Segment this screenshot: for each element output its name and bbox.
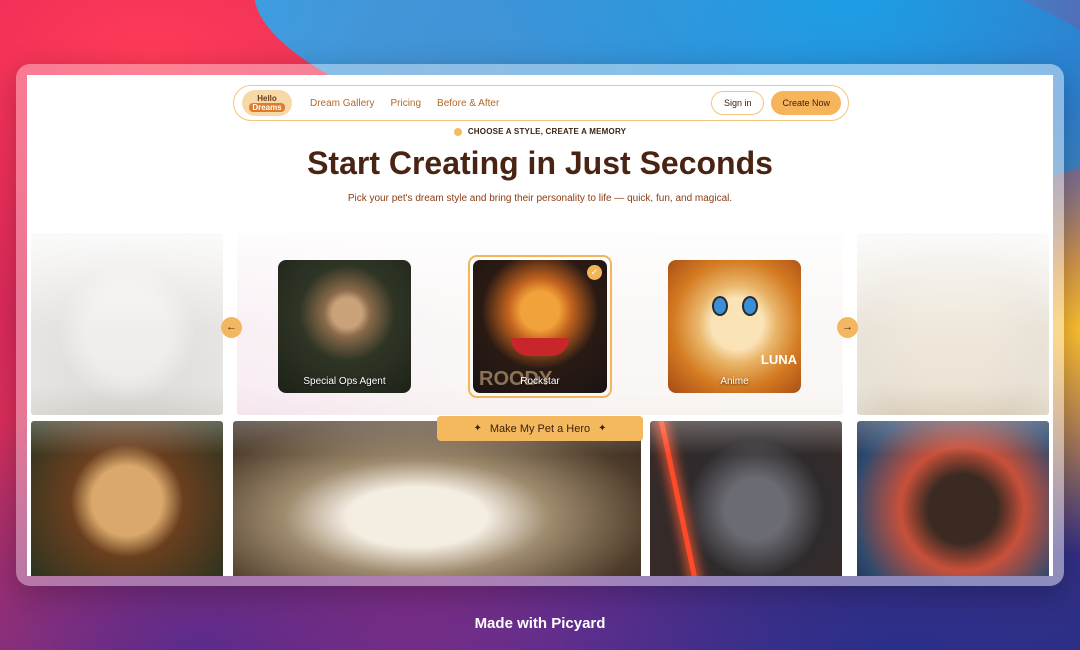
eyebrow-dot-icon [453, 127, 462, 136]
style-card-anime[interactable]: LUNA Anime [668, 260, 801, 393]
create-now-button[interactable]: Create Now [771, 91, 841, 115]
style-card-label: Anime [720, 376, 749, 387]
logo-line-2: Dreams [249, 103, 285, 112]
make-hero-label: Make My Pet a Hero [489, 422, 591, 435]
carousel-prev-button[interactable]: ← [221, 317, 242, 338]
nav-link-pricing[interactable]: Pricing [390, 98, 421, 109]
sign-in-button[interactable]: Sign in [710, 91, 765, 115]
eyebrow-text: CHOOSE A STYLE, CREATE A MEMORY [467, 127, 627, 136]
arrow-left-icon: ← [226, 321, 237, 333]
nav-link-dream-gallery[interactable]: Dream Gallery [310, 98, 374, 109]
nav-links: Dream Gallery Pricing Before & After [310, 98, 499, 109]
selected-check-icon: ✓ [587, 265, 602, 280]
browser-viewport: Hello Dreams Dream Gallery Pricing Befor… [27, 75, 1053, 576]
make-hero-button[interactable]: ✦ Make My Pet a Hero ✦ [437, 416, 643, 441]
page-subtitle: Pick your pet's dream style and bring th… [347, 193, 733, 204]
sparkle-icon: ✦ [598, 423, 607, 434]
arrow-right-icon: → [842, 321, 853, 333]
style-card-rockstar-image: ROODY ✓ Rockstar [473, 260, 607, 393]
style-card-special-ops[interactable]: Special Ops Agent [278, 260, 411, 393]
style-card-label: Rockstar [520, 376, 560, 387]
eyebrow: CHOOSE A STYLE, CREATE A MEMORY [27, 127, 1053, 136]
page-title: Start Creating in Just Seconds [307, 145, 773, 181]
brand-logo[interactable]: Hello Dreams [242, 90, 292, 116]
nav-link-before-after[interactable]: Before & After [437, 98, 499, 109]
carousel-next-button[interactable]: → [837, 317, 858, 338]
anime-eye-right [742, 296, 758, 316]
bandana-shape [511, 338, 569, 356]
style-card-rockstar[interactable]: ROODY ✓ Rockstar [468, 255, 612, 398]
logo-line-1: Hello [257, 94, 277, 103]
anime-eye-left [712, 296, 728, 316]
overlay-text-luna: LUNA [760, 352, 797, 367]
sparkle-icon: ✦ [473, 423, 482, 434]
style-card-label: Special Ops Agent [303, 376, 386, 387]
made-with-caption: Made with Picyard [474, 615, 606, 632]
top-navigation: Hello Dreams Dream Gallery Pricing Befor… [233, 85, 849, 121]
